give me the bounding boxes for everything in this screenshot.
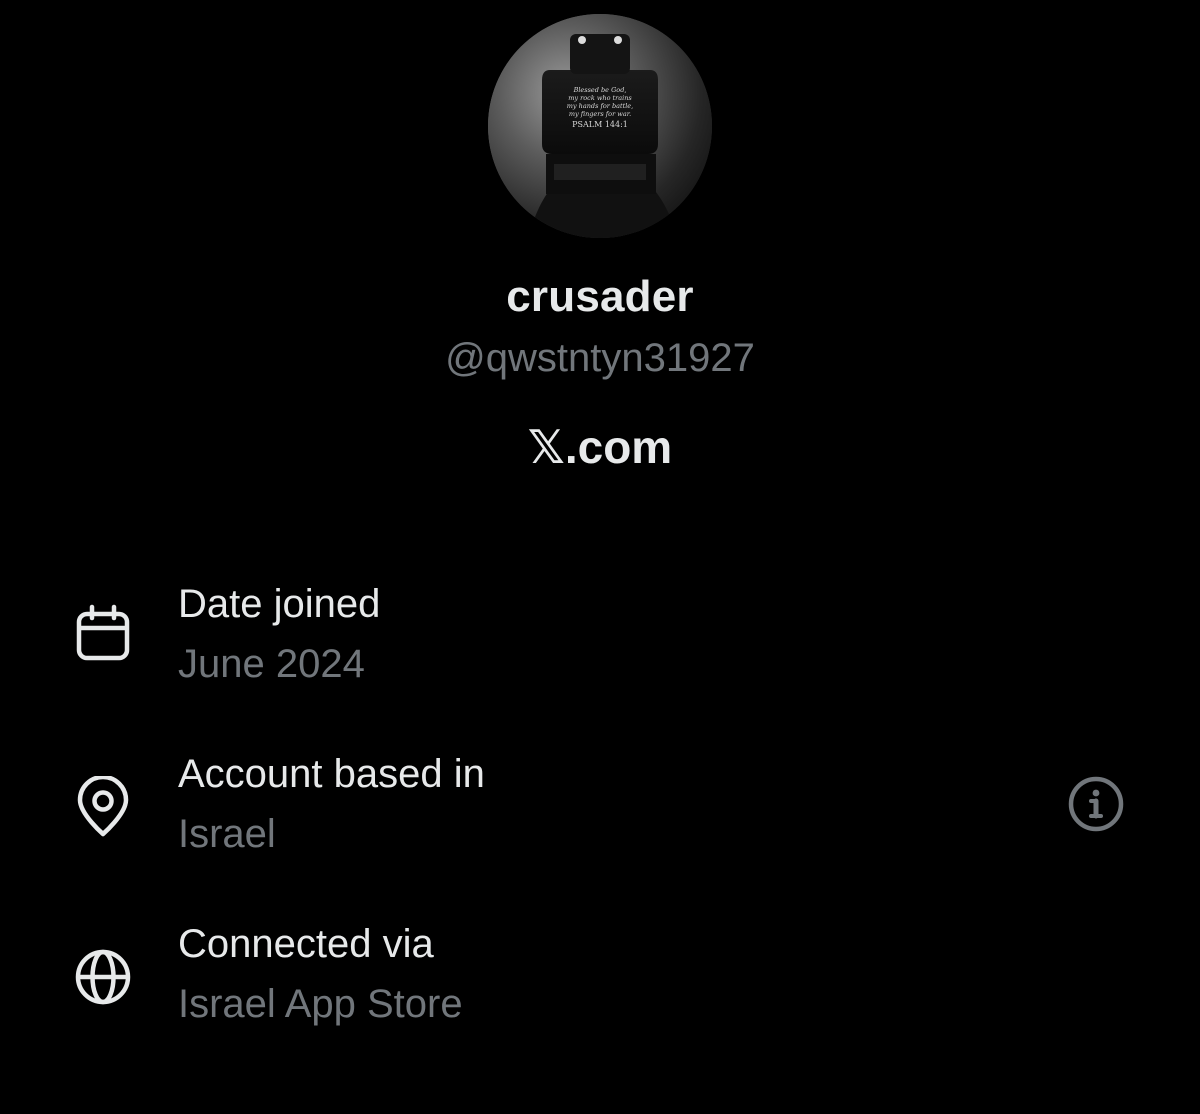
avatar-photo: Blessed be God, my rock who trains my ha… bbox=[488, 14, 712, 238]
info-icon[interactable] bbox=[1066, 774, 1126, 834]
x-logo-glyph: 𝕏 bbox=[527, 420, 565, 474]
detail-title: Connected via bbox=[178, 922, 434, 966]
avatar-inscription-5: PSALM 144:1 bbox=[572, 120, 628, 129]
calendar-icon bbox=[72, 604, 134, 666]
source-label: 𝕏.com bbox=[0, 420, 1200, 474]
about-account-page: Blessed be God, my rock who trains my ha… bbox=[0, 0, 1200, 1114]
detail-row-date-joined: Date joined June 2024 bbox=[0, 582, 1200, 712]
detail-row-connected-via: Connected via Israel App Store bbox=[0, 922, 1200, 1052]
avatar-inscription-1: Blessed be God, bbox=[573, 86, 627, 94]
display-name: crusader bbox=[506, 272, 694, 321]
location-pin-icon bbox=[72, 774, 134, 838]
detail-title: Account based in bbox=[178, 752, 485, 796]
detail-title: Date joined bbox=[178, 582, 381, 626]
detail-value: June 2024 bbox=[178, 642, 365, 686]
avatar-inscription-3: my hands for battle, bbox=[567, 102, 633, 110]
globe-icon bbox=[72, 946, 134, 1008]
avatar[interactable]: Blessed be God, my rock who trains my ha… bbox=[488, 14, 712, 238]
avatar-inscription-4: my fingers for war. bbox=[569, 110, 631, 118]
detail-value: Israel bbox=[178, 812, 276, 856]
user-handle: @qwstntyn31927 bbox=[445, 336, 755, 380]
avatar-inscription-2: my rock who trains bbox=[568, 94, 632, 102]
source-domain: .com bbox=[564, 421, 673, 473]
detail-value: Israel App Store bbox=[178, 982, 463, 1026]
detail-row-account-based-in: Account based in Israel bbox=[0, 752, 1200, 882]
